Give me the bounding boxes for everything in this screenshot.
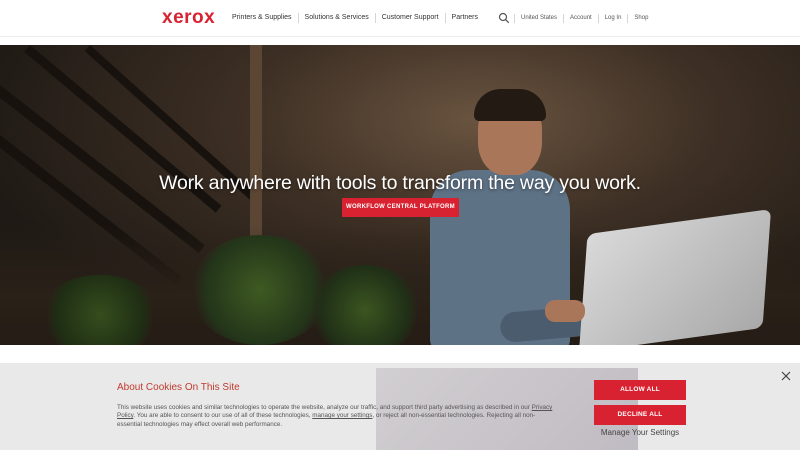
cookie-text-part-1: This website uses cookies and similar te… bbox=[117, 404, 532, 411]
manage-settings-link[interactable]: manage your settings bbox=[312, 412, 372, 419]
country-selector[interactable]: United States bbox=[514, 13, 563, 23]
cookie-title: About Cookies On This Site bbox=[117, 382, 240, 393]
site-header: xerox Printers & Supplies Solutions & Se… bbox=[0, 0, 800, 37]
allow-all-button[interactable]: ALLOW ALL bbox=[594, 380, 686, 400]
login-link[interactable]: Log In bbox=[597, 13, 628, 23]
manage-your-settings-button[interactable]: Manage Your Settings bbox=[594, 428, 686, 437]
hero-title: Work anywhere with tools to transform th… bbox=[159, 172, 641, 194]
close-icon[interactable] bbox=[780, 370, 792, 382]
nav-printers-supplies[interactable]: Printers & Supplies bbox=[226, 13, 299, 23]
account-link[interactable]: Account bbox=[563, 13, 598, 23]
xerox-logo[interactable]: xerox bbox=[162, 7, 215, 29]
nav-solutions-services[interactable]: Solutions & Services bbox=[299, 13, 376, 23]
nav-partners[interactable]: Partners bbox=[446, 13, 484, 23]
nav-customer-support[interactable]: Customer Support bbox=[376, 13, 446, 23]
cookie-text-part-2: . You are able to consent to our use of … bbox=[133, 412, 313, 420]
search-icon[interactable] bbox=[498, 12, 510, 24]
hero-banner: Work anywhere with tools to transform th… bbox=[0, 45, 800, 345]
cookie-description: This website uses cookies and similar te… bbox=[117, 404, 557, 429]
utility-nav: United States Account Log In Shop bbox=[498, 12, 654, 24]
shop-link[interactable]: Shop bbox=[627, 13, 654, 23]
main-nav: Printers & Supplies Solutions & Services… bbox=[226, 13, 484, 23]
workflow-central-button[interactable]: WORKFLOW CENTRAL PLATFORM bbox=[342, 198, 459, 217]
decline-all-button[interactable]: DECLINE ALL bbox=[594, 405, 686, 425]
